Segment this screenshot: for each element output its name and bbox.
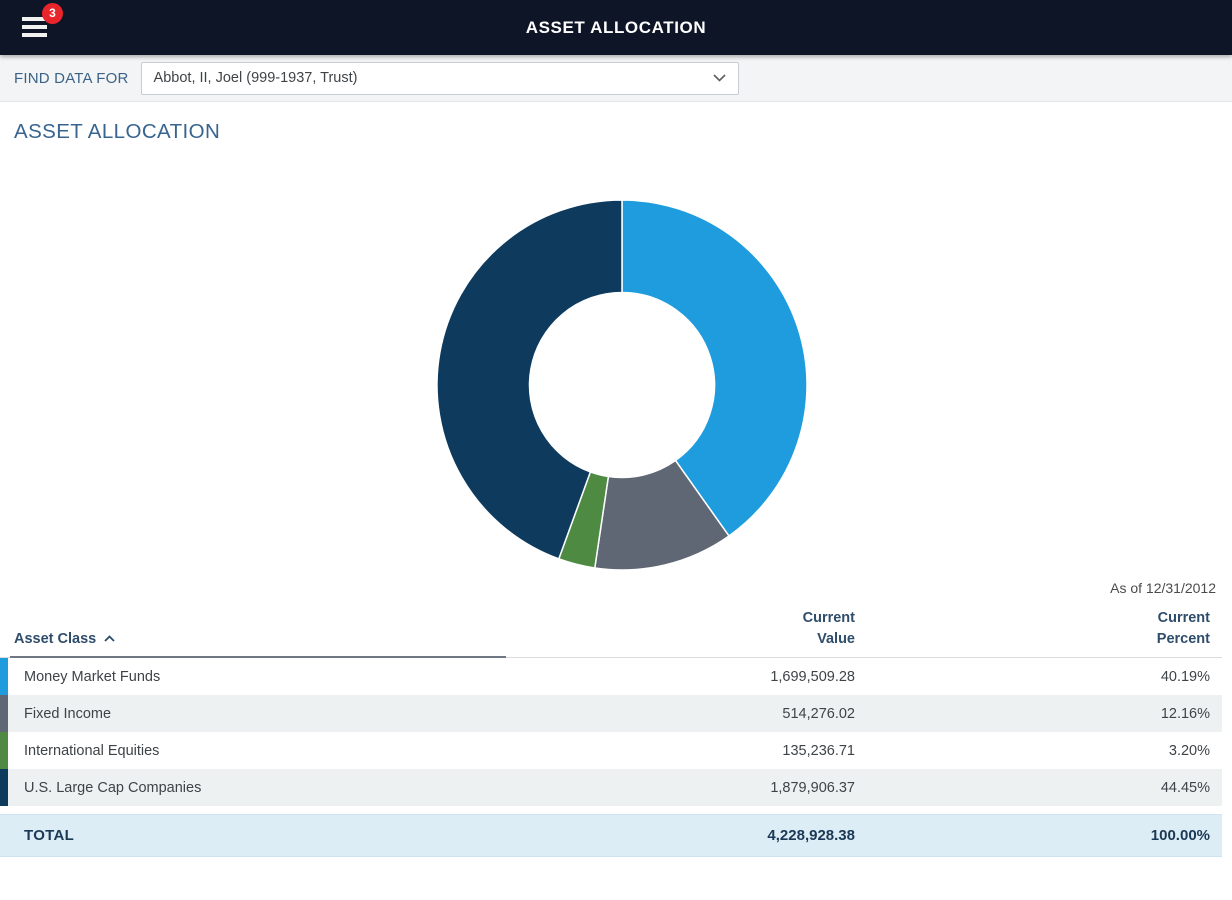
cell-asset-class: U.S. Large Cap Companies — [0, 780, 506, 796]
app-top-bar: 3 ASSET ALLOCATION — [0, 0, 1232, 55]
table-total-gap — [0, 806, 1222, 814]
table-header-row: Asset Class Current Value Current Percen… — [0, 600, 1222, 658]
table-row: International Equities 135,236.71 3.20% — [0, 732, 1222, 769]
cell-current-value: 1,699,509.28 — [506, 669, 855, 685]
account-select[interactable]: Abbot, II, Joel (999-1937, Trust) — [141, 62, 739, 95]
asset-color-swatch — [0, 658, 8, 695]
allocation-donut-chart — [431, 194, 813, 576]
cell-current-percent: 12.16% — [855, 706, 1222, 722]
as-of-date: As of 12/31/2012 — [0, 580, 1232, 600]
chevron-down-icon — [713, 74, 726, 82]
cell-asset-class: Money Market Funds — [0, 669, 506, 685]
asset-color-swatch — [0, 732, 8, 769]
cell-current-percent: 3.20% — [855, 743, 1222, 759]
header-current-percent[interactable]: Current Percent — [855, 608, 1222, 649]
cell-current-value: 1,879,906.37 — [506, 780, 855, 796]
find-data-bar: FIND DATA FOR Abbot, II, Joel (999-1937,… — [0, 55, 1232, 102]
cell-asset-class: International Equities — [0, 743, 506, 759]
header-asset-class[interactable]: Asset Class — [0, 629, 506, 649]
page-title: ASSET ALLOCATION — [14, 120, 1232, 144]
notification-badge: 3 — [42, 3, 63, 24]
total-current-value: 4,228,928.38 — [506, 827, 855, 844]
cell-current-value: 135,236.71 — [506, 743, 855, 759]
cell-current-percent: 44.45% — [855, 780, 1222, 796]
total-current-percent: 100.00% — [855, 827, 1222, 844]
header-asset-class-label: Asset Class — [14, 629, 96, 649]
cell-asset-class: Fixed Income — [0, 706, 506, 722]
app-title: ASSET ALLOCATION — [526, 18, 707, 38]
total-label: TOTAL — [0, 827, 506, 844]
asset-color-swatch — [0, 769, 8, 806]
menu-button[interactable]: 3 — [22, 16, 48, 38]
table-row: U.S. Large Cap Companies 1,879,906.37 44… — [0, 769, 1222, 806]
asset-color-swatch — [0, 695, 8, 732]
header-current-value[interactable]: Current Value — [506, 608, 855, 649]
table-row: Money Market Funds 1,699,509.28 40.19% — [0, 658, 1222, 695]
chevron-up-icon — [104, 635, 115, 642]
account-select-value: Abbot, II, Joel (999-1937, Trust) — [154, 70, 358, 86]
table-row: Fixed Income 514,276.02 12.16% — [0, 695, 1222, 732]
asset-allocation-table: Asset Class Current Value Current Percen… — [0, 600, 1222, 857]
find-data-label: FIND DATA FOR — [14, 70, 129, 87]
chart-area — [0, 194, 1232, 576]
cell-current-value: 514,276.02 — [506, 706, 855, 722]
cell-current-percent: 40.19% — [855, 669, 1222, 685]
table-total-row: TOTAL 4,228,928.38 100.00% — [0, 814, 1222, 857]
